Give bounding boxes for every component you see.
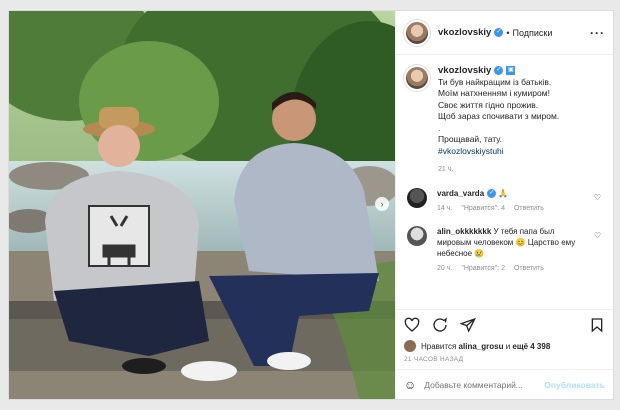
commenter-avatar[interactable]: [407, 187, 427, 208]
flag-icon: ▣: [506, 66, 516, 76]
likes-count[interactable]: ещё 4 398: [512, 342, 550, 351]
follow-status-button[interactable]: Подписки: [513, 28, 553, 38]
comment-text: 🙏: [498, 188, 509, 198]
instagram-post-card: › vkozlovskiy ✓ • Подписки ··· vkozlovsk…: [8, 10, 614, 400]
post-comment-button[interactable]: Опубликовать: [544, 380, 605, 390]
commenter-avatar[interactable]: [407, 225, 427, 246]
comment-time[interactable]: 20 ч.: [437, 263, 452, 274]
post-side-panel: vkozlovskiy ✓ • Подписки ··· vkozlovskiy…: [395, 11, 613, 399]
caption-line: Своє життя гідно прожив.: [438, 99, 539, 110]
comment-like-heart-icon[interactable]: ♡: [594, 193, 601, 202]
caption-hashtag[interactable]: #vkozlovskiystuhi: [438, 146, 559, 158]
caption-line: .: [438, 122, 441, 133]
caption: vkozlovskiy ✓ ▣ Ти був найкращим із батькі…: [404, 65, 605, 176]
liker-avatar[interactable]: [404, 340, 416, 352]
comments-section: vkozlovskiy ✓ ▣ Ти був найкращим із батькі…: [396, 55, 613, 309]
post-photo[interactable]: ›: [9, 11, 395, 399]
bookmark-icon[interactable]: [589, 317, 605, 333]
reply-button[interactable]: Ответить: [514, 203, 544, 214]
more-icon[interactable]: ···: [590, 26, 605, 40]
comment-like-heart-icon[interactable]: ♡: [594, 231, 601, 240]
reply-button[interactable]: Ответить: [514, 263, 544, 274]
comment-likes[interactable]: "Нравится": 2: [461, 263, 505, 274]
comment-body: varda_varda ✓ 🙏 14 ч. "Нравится": 4 Ответ…: [437, 188, 582, 214]
commenter-username[interactable]: varda_varda: [437, 189, 484, 198]
post-actions: [396, 309, 613, 339]
author-avatar[interactable]: [404, 19, 430, 46]
emoji-icon[interactable]: ☺: [404, 378, 416, 392]
verified-icon: ✓: [494, 66, 504, 76]
comment-input[interactable]: [424, 379, 545, 390]
commenter-username[interactable]: alin_okkkkkkk: [437, 227, 491, 236]
likes-middle: и: [505, 341, 511, 351]
add-comment-bar: ☺ Опубликовать: [396, 369, 613, 399]
comment-likes[interactable]: "Нравится": 4: [461, 203, 505, 214]
comment-icon[interactable]: [432, 316, 448, 333]
comment-time[interactable]: 14 ч.: [437, 203, 452, 214]
share-icon[interactable]: [460, 317, 476, 333]
next-photo-button[interactable]: ›: [375, 197, 389, 211]
separator-dot: •: [506, 27, 510, 38]
comment-item: varda_varda ✓ 🙏 14 ч. "Нравится": 4 Ответ…: [404, 187, 605, 214]
comment-meta: 20 ч. "Нравится": 2 Ответить: [437, 263, 582, 274]
caption-author-username[interactable]: vkozlovskiy: [438, 65, 491, 76]
caption-author-avatar[interactable]: [404, 65, 430, 91]
verified-icon: ✓: [494, 28, 504, 37]
caption-line: Моїм натхненням і кумиром!: [438, 88, 550, 98]
caption-line: Прощавай, тату.: [438, 134, 502, 144]
verified-icon: ✓: [487, 188, 497, 198]
likes-summary: Нравится alina_grosu и ещё 4 398: [396, 339, 613, 353]
caption-time[interactable]: 21 ч.: [438, 164, 559, 176]
liker-username[interactable]: alina_grosu: [459, 342, 504, 351]
author-username[interactable]: vkozlovskiy: [438, 27, 491, 38]
comment-item: alin_okkkkkkk У тебя папа был мировым че…: [404, 225, 605, 274]
comment-body: alin_okkkkkkk У тебя папа был мировым че…: [437, 226, 582, 274]
comment-meta: 14 ч. "Нравится": 4 Ответить: [437, 203, 582, 214]
post-photo-image: [9, 11, 395, 399]
heart-icon[interactable]: [404, 317, 420, 333]
caption-line: Щоб зараз спочивати з миром.: [438, 111, 560, 121]
posted-ago[interactable]: 21 ЧАСОВ НАЗАД: [396, 353, 613, 369]
caption-line: Ти був найкращим із батьків.: [438, 76, 552, 87]
caption-body: vkozlovskiy ✓ ▣ Ти був найкращим із батькі…: [438, 65, 559, 176]
post-header: vkozlovskiy ✓ • Подписки ···: [396, 11, 613, 55]
likes-prefix: Нравится: [421, 341, 457, 351]
